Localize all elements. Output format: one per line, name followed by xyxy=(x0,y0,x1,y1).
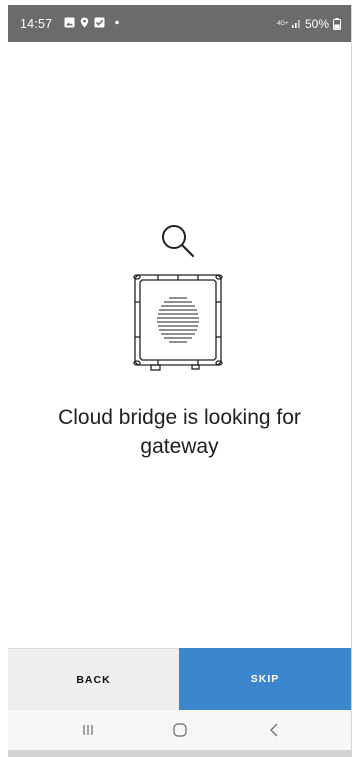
signal-icon xyxy=(291,20,300,28)
frame-shadow-bottom xyxy=(8,750,352,757)
home-button[interactable] xyxy=(150,710,210,750)
speaker-grille-icon xyxy=(157,297,199,343)
status-notification-icons xyxy=(64,17,122,28)
back-nav-button[interactable] xyxy=(244,710,304,750)
gateway-search-illustration xyxy=(133,225,223,371)
bottom-button-bar: BACK SKIP xyxy=(8,648,351,710)
home-icon xyxy=(173,723,187,737)
skip-button[interactable]: SKIP xyxy=(179,648,351,710)
network-type: 4G+ xyxy=(276,21,289,27)
back-icon xyxy=(270,723,278,737)
location-icon xyxy=(80,17,89,28)
status-time: 14:57 xyxy=(20,17,53,31)
battery-percent: 50% xyxy=(304,17,329,31)
main-content: Cloud bridge is looking for gateway xyxy=(8,42,351,648)
search-icon xyxy=(162,225,195,258)
dot-icon xyxy=(115,20,119,25)
back-button[interactable]: BACK xyxy=(8,648,179,710)
battery-icon xyxy=(333,18,341,30)
system-navigation-bar xyxy=(8,710,351,750)
recent-apps-button[interactable] xyxy=(58,710,118,750)
status-message: Cloud bridge is looking for gateway xyxy=(58,406,301,458)
checkbox-icon xyxy=(94,17,105,28)
phone-screen: 14:57 4G+ 50% Cloud bridge is looking fo… xyxy=(8,5,351,750)
recent-apps-icon xyxy=(83,725,93,735)
status-system-icons: 4G+ 50% xyxy=(277,17,341,31)
status-bar: 14:57 4G+ 50% xyxy=(8,5,351,42)
image-icon xyxy=(64,17,75,28)
